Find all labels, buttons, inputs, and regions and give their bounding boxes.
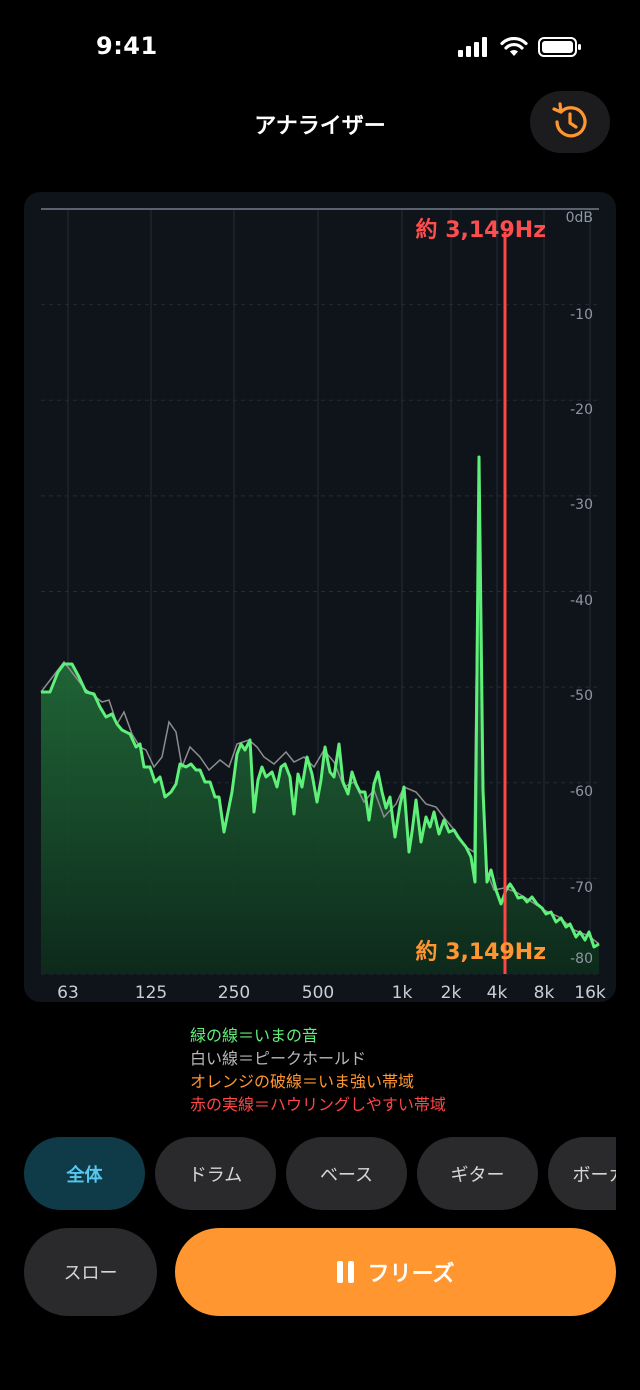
legend-red: 赤の実線＝ハウリングしやすい帯域 xyxy=(190,1095,446,1114)
x-tick-label: 2k xyxy=(441,983,462,1002)
strong-band-label: 約 3,149Hz xyxy=(416,939,546,965)
x-tick-label: 1k xyxy=(392,983,413,1002)
howling-frequency-label: 約 3,149Hz xyxy=(416,217,546,243)
freeze-button[interactable]: フリーズ xyxy=(175,1228,616,1316)
x-tick-label: 250 xyxy=(218,983,250,1002)
history-clock-icon xyxy=(552,102,587,138)
y-tick-label: -20 xyxy=(570,402,593,418)
x-tick-label: 8k xyxy=(534,983,555,1002)
y-tick-label: -80 xyxy=(570,951,593,967)
x-tick-label: 500 xyxy=(302,983,334,1002)
legend-green: 緑の線＝いまの音 xyxy=(190,1026,319,1045)
y-tick-label: -10 xyxy=(570,307,593,323)
y-tick-label: -70 xyxy=(570,880,593,896)
y-tick-label: -50 xyxy=(570,688,593,704)
x-tick-label: 63 xyxy=(57,983,79,1002)
y-tick-label: -40 xyxy=(570,593,593,609)
instrument-filters: 全体 ドラム ベース ギター ボーカル xyxy=(24,1137,616,1210)
filter-bass[interactable]: ベース xyxy=(286,1137,407,1210)
wifi-icon xyxy=(500,37,528,56)
status-icons xyxy=(458,36,582,58)
freeze-label: フリーズ xyxy=(367,1262,455,1287)
x-tick-label: 125 xyxy=(135,983,167,1002)
history-button[interactable] xyxy=(530,91,610,153)
filter-drums[interactable]: ドラム xyxy=(155,1137,276,1210)
battery-icon xyxy=(538,37,581,57)
filter-guitar[interactable]: ギター xyxy=(417,1137,538,1210)
status-time: 9:41 xyxy=(96,32,158,60)
status-bar: 9:41 xyxy=(0,0,640,90)
spectrum-svg: 約 3,149Hz 約 3,149Hz 0dB -10 -20 -30 -40 -50 -6… xyxy=(40,208,606,1002)
spectrum-analyzer[interactable]: 約 3,149Hz 約 3,149Hz 0dB -10 -20 -30 -40 -50 -6… xyxy=(24,192,616,1002)
filter-vocal[interactable]: ボーカル xyxy=(548,1137,616,1210)
legend-orange: オレンジの破線＝いま強い帯域 xyxy=(190,1072,415,1091)
filter-all[interactable]: 全体 xyxy=(24,1137,145,1210)
y-tick-label: 0dB xyxy=(566,210,593,226)
pause-icon xyxy=(336,1261,354,1283)
slow-button[interactable]: スロー xyxy=(24,1228,157,1316)
x-tick-label: 4k xyxy=(487,983,508,1002)
x-tick-label: 16k xyxy=(574,983,606,1002)
y-tick-label: -30 xyxy=(570,497,593,513)
legend: 緑の線＝いまの音 白い線＝ピークホールド オレンジの破線＝いま強い帯域 赤の実線… xyxy=(190,1024,446,1116)
cellular-signal-icon xyxy=(458,37,487,57)
y-tick-label: -60 xyxy=(570,784,593,800)
legend-white: 白い線＝ピークホールド xyxy=(190,1049,367,1068)
